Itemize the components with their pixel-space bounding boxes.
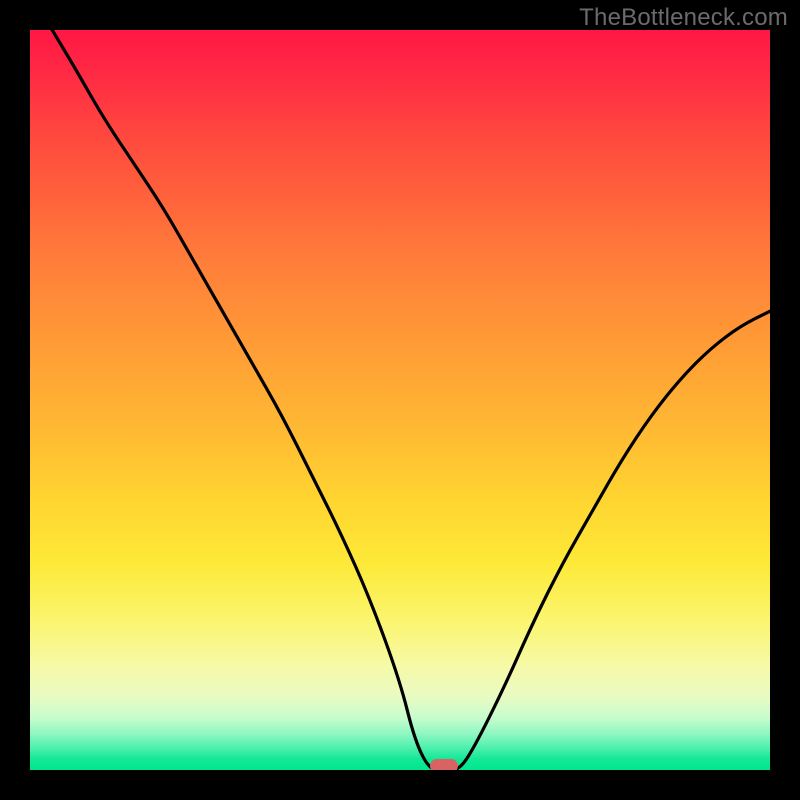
optimal-point-marker xyxy=(430,759,458,770)
plot-area xyxy=(30,30,770,770)
bottleneck-curve xyxy=(30,30,770,770)
watermark-text: TheBottleneck.com xyxy=(579,4,788,32)
chart-frame: TheBottleneck.com xyxy=(0,0,800,800)
